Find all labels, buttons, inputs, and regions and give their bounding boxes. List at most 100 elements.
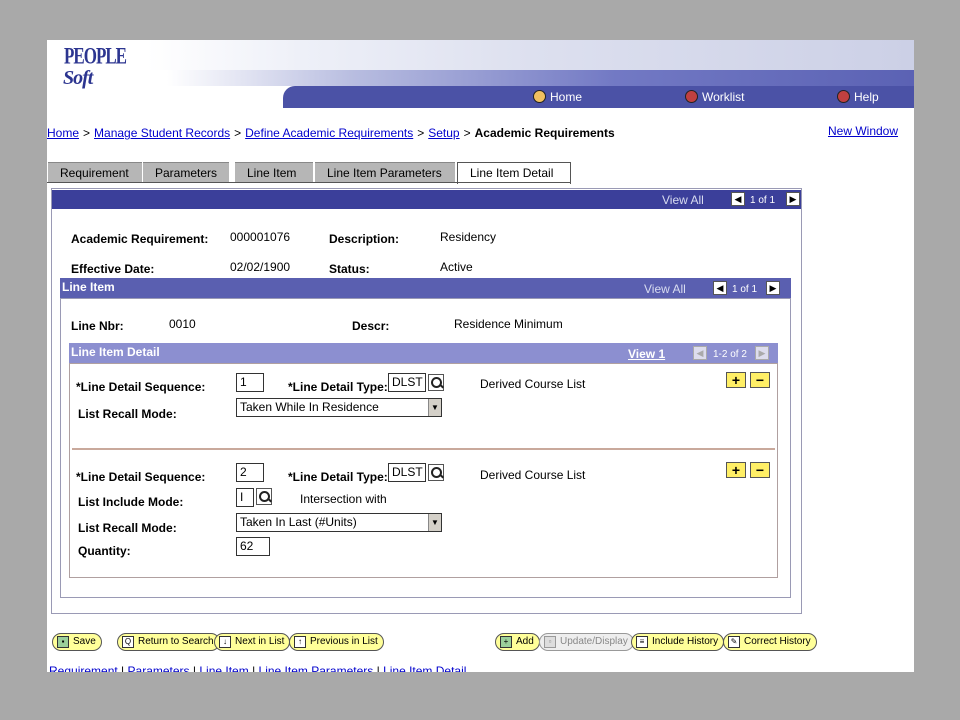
header-gradient bbox=[167, 70, 914, 86]
add-button[interactable]: + Add bbox=[495, 633, 540, 651]
nav-help[interactable]: Help bbox=[837, 88, 879, 106]
new-window-link[interactable]: New Window bbox=[828, 124, 898, 138]
detail-prev-arrow-icon[interactable]: ◀ bbox=[693, 346, 707, 360]
return-to-search-label: Return to Search bbox=[138, 636, 214, 647]
list-include-mode-label: List Include Mode: bbox=[78, 495, 184, 509]
delete-row-button[interactable]: − bbox=[750, 372, 770, 388]
bottom-link-line-item-detail[interactable]: Line Item Detail bbox=[383, 664, 466, 672]
line-item-view-all-link[interactable]: View All bbox=[644, 282, 686, 296]
search-icon: Q bbox=[122, 636, 134, 648]
breadcrumb-home[interactable]: Home bbox=[47, 126, 79, 140]
header-band bbox=[147, 40, 914, 70]
list-recall-mode-select[interactable]: Taken In Last (#Units) ▼ bbox=[236, 513, 442, 532]
return-to-search-button[interactable]: Q Return to Search bbox=[117, 633, 220, 651]
previous-in-list-icon: ↑ bbox=[294, 636, 306, 648]
line-nbr-value: 0010 bbox=[169, 317, 196, 331]
list-recall-mode-value: Taken In Last (#Units) bbox=[240, 515, 357, 529]
list-include-mode-input[interactable]: I bbox=[236, 488, 254, 507]
top-nav-bar: Home Worklist Help bbox=[283, 86, 914, 108]
bottom-link-requirement[interactable]: Requirement bbox=[49, 664, 118, 672]
list-recall-mode-label: List Recall Mode: bbox=[78, 407, 177, 421]
save-button[interactable]: ▪ Save bbox=[52, 633, 102, 651]
magnifier-icon[interactable] bbox=[428, 464, 444, 481]
detail-next-arrow-icon[interactable]: ▶ bbox=[755, 346, 769, 360]
dropdown-arrow-icon[interactable]: ▼ bbox=[428, 514, 441, 531]
list-recall-mode-value: Taken While In Residence bbox=[240, 400, 379, 414]
previous-in-list-label: Previous in List bbox=[310, 636, 378, 647]
list-recall-mode-label: List Recall Mode: bbox=[78, 521, 177, 535]
dropdown-arrow-icon[interactable]: ▼ bbox=[428, 399, 441, 416]
bottom-link-parameters[interactable]: Parameters bbox=[128, 664, 190, 672]
main-next-arrow-icon[interactable]: ▶ bbox=[786, 192, 800, 206]
status-value: Active bbox=[440, 260, 473, 274]
bottom-link-separator: | bbox=[121, 664, 125, 672]
bottom-page-links: Requirement | Parameters | Line Item | L… bbox=[49, 664, 466, 672]
tab-line-item-detail[interactable]: Line Item Detail bbox=[457, 162, 571, 184]
main-prev-arrow-icon[interactable]: ◀ bbox=[731, 192, 745, 206]
effective-date-value: 02/02/1900 bbox=[230, 260, 291, 274]
update-display-button[interactable]: ▫ Update/Display bbox=[539, 633, 634, 651]
next-in-list-button[interactable]: ↓ Next in List bbox=[214, 633, 291, 651]
list-include-mode-description: Intersection with bbox=[300, 492, 387, 506]
line-detail-type-description: Derived Course List bbox=[480, 468, 586, 482]
add-icon: + bbox=[500, 636, 512, 648]
nav-worklist-label: Worklist bbox=[702, 90, 745, 104]
descr-value: Residence Minimum bbox=[454, 317, 563, 331]
update-display-icon: ▫ bbox=[544, 636, 556, 648]
help-icon bbox=[837, 90, 850, 103]
line-detail-type-label: *Line Detail Type: bbox=[288, 380, 388, 394]
tab-parameters[interactable]: Parameters bbox=[143, 162, 229, 182]
add-button-label: Add bbox=[516, 636, 534, 647]
academic-requirement-label: Academic Requirement: bbox=[71, 232, 209, 246]
bottom-link-line-item-parameters[interactable]: Line Item Parameters bbox=[259, 664, 374, 672]
line-detail-sequence-input[interactable]: 1 bbox=[236, 373, 264, 392]
include-history-button[interactable]: ≡ Include History bbox=[631, 633, 725, 651]
description-value: Residency bbox=[440, 230, 497, 244]
next-in-list-label: Next in List bbox=[235, 636, 285, 647]
logo-text-top: PEOPLE bbox=[64, 43, 127, 69]
tab-line-item[interactable]: Line Item bbox=[235, 162, 313, 182]
nav-help-label: Help bbox=[854, 90, 879, 104]
line-item-detail-view-link[interactable]: View 1 bbox=[628, 347, 665, 361]
line-nbr-label: Line Nbr: bbox=[71, 319, 124, 333]
tab-requirement[interactable]: Requirement bbox=[48, 162, 142, 182]
line-item-prev-arrow-icon[interactable]: ◀ bbox=[713, 281, 727, 295]
main-row-counter: 1 of 1 bbox=[750, 195, 776, 206]
line-detail-type-input[interactable]: DLST bbox=[388, 463, 426, 482]
add-row-button[interactable]: + bbox=[726, 372, 746, 388]
line-item-row-counter: 1 of 1 bbox=[732, 284, 758, 295]
line-detail-sequence-label: *Line Detail Sequence: bbox=[76, 380, 206, 394]
add-row-button[interactable]: + bbox=[726, 462, 746, 478]
delete-row-button[interactable]: − bbox=[750, 462, 770, 478]
bottom-link-line-item[interactable]: Line Item bbox=[199, 664, 248, 672]
line-item-next-arrow-icon[interactable]: ▶ bbox=[766, 281, 780, 295]
description-label: Description: bbox=[329, 232, 400, 246]
main-header-bar: View All ◀ 1 of 1 ▶ bbox=[52, 190, 801, 209]
quantity-input[interactable]: 62 bbox=[236, 537, 270, 556]
line-detail-sequence-input[interactable]: 2 bbox=[236, 463, 264, 482]
breadcrumb-manage-student-records[interactable]: Manage Student Records bbox=[94, 126, 230, 140]
effective-date-label: Effective Date: bbox=[71, 262, 155, 276]
tab-divider bbox=[47, 182, 571, 183]
breadcrumb-define-academic-requirements[interactable]: Define Academic Requirements bbox=[245, 126, 413, 140]
home-icon bbox=[533, 90, 546, 103]
nav-home[interactable]: Home bbox=[533, 88, 582, 106]
line-item-detail-row-counter: 1-2 of 2 bbox=[713, 349, 747, 360]
magnifier-icon[interactable] bbox=[256, 488, 272, 505]
list-recall-mode-select[interactable]: Taken While In Residence ▼ bbox=[236, 398, 442, 417]
next-in-list-icon: ↓ bbox=[219, 636, 231, 648]
line-detail-type-input[interactable]: DLST bbox=[388, 373, 426, 392]
status-label: Status: bbox=[329, 262, 370, 276]
correct-history-button[interactable]: ✎ Correct History bbox=[723, 633, 817, 651]
nav-home-label: Home bbox=[550, 90, 583, 104]
main-view-all-link[interactable]: View All bbox=[662, 193, 704, 207]
previous-in-list-button[interactable]: ↑ Previous in List bbox=[289, 633, 384, 651]
nav-worklist[interactable]: Worklist bbox=[685, 88, 744, 106]
tab-bar: Requirement Parameters Line Item Line It… bbox=[47, 162, 647, 184]
magnifier-icon[interactable] bbox=[428, 374, 444, 391]
line-item-detail-title: Line Item Detail bbox=[71, 345, 160, 359]
line-item-detail-header-bar: Line Item Detail View 1 ◀ 1-2 of 2 ▶ bbox=[69, 343, 778, 363]
breadcrumb-separator: > bbox=[234, 126, 242, 140]
tab-line-item-parameters[interactable]: Line Item Parameters bbox=[315, 162, 455, 182]
breadcrumb-setup[interactable]: Setup bbox=[428, 126, 459, 140]
